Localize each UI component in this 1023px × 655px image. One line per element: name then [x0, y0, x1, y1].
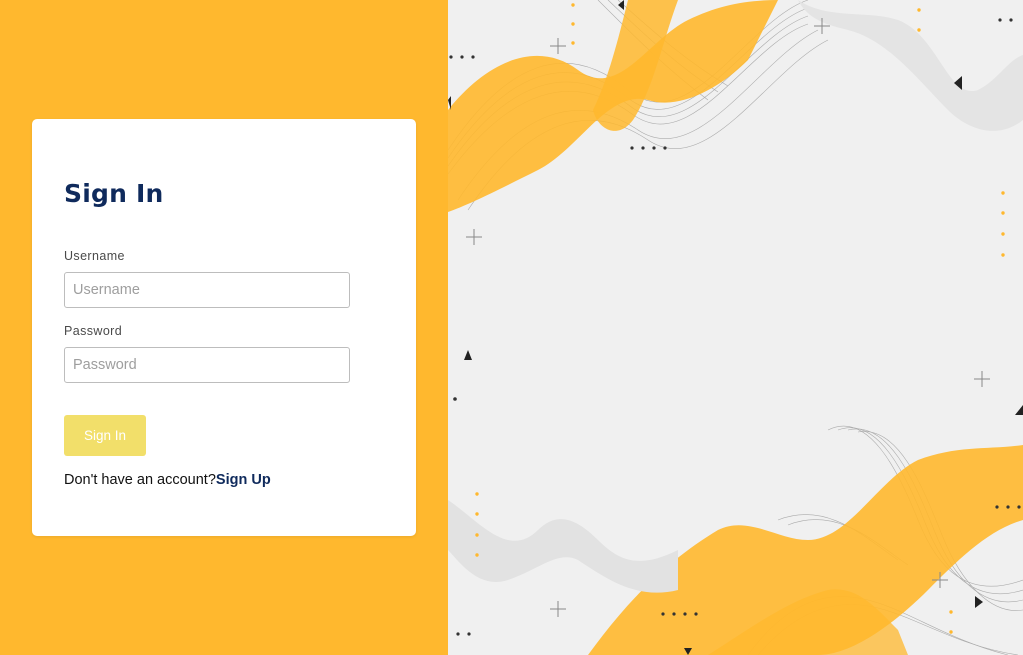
password-input[interactable]: [64, 347, 350, 383]
signin-card: Sign In Username Password Sign In Don't …: [32, 119, 416, 536]
signup-prompt: Don't have an account?: [64, 472, 216, 488]
decorative-panel: [448, 0, 1023, 655]
username-label: Username: [64, 249, 125, 263]
signin-page: Sign In Username Password Sign In Don't …: [0, 0, 1023, 655]
page-title: Sign In: [64, 179, 164, 208]
signin-button[interactable]: Sign In: [64, 415, 146, 456]
signup-row: Don't have an account?Sign Up: [64, 472, 271, 488]
password-label: Password: [64, 324, 123, 338]
left-panel: Sign In Username Password Sign In Don't …: [0, 0, 448, 655]
signup-link[interactable]: Sign Up: [216, 472, 271, 488]
username-input[interactable]: [64, 272, 350, 308]
abstract-wave-illustration: [448, 0, 1023, 655]
